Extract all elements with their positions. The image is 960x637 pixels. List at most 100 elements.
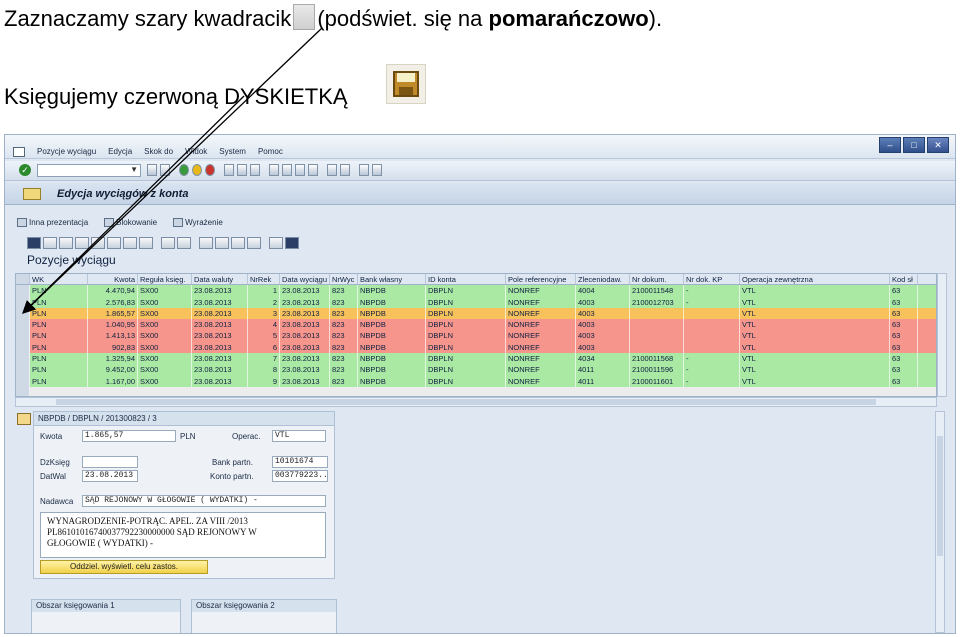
chevron-down-icon[interactable]: ▼ xyxy=(130,165,138,174)
table-row[interactable]: PLN 1.040,95 SX00 23.08.2013 4 23.08.2013 823 N… xyxy=(16,319,936,331)
export-icon[interactable] xyxy=(231,237,245,249)
cut-icon[interactable] xyxy=(43,237,57,249)
print-grid-icon[interactable] xyxy=(199,237,213,249)
scroll-thumb[interactable] xyxy=(56,399,876,405)
bank-partner-field[interactable]: 10101674 xyxy=(272,456,328,468)
table-vertical-scrollbar[interactable] xyxy=(937,273,947,397)
print-icon[interactable] xyxy=(224,164,234,176)
memo-textarea[interactable]: WYNAGRODZENIE-POTRĄC. APEL. ZA VIII /201… xyxy=(40,512,326,558)
detail-vertical-scrollbar[interactable] xyxy=(935,411,945,633)
graphic-icon[interactable] xyxy=(269,237,283,249)
paste-icon[interactable] xyxy=(75,237,89,249)
col-header[interactable]: Operacja zewnętrzna xyxy=(740,274,890,285)
dzksieg-field[interactable] xyxy=(82,456,138,468)
next-page-icon[interactable] xyxy=(295,164,305,176)
detail-scroll-thumb[interactable] xyxy=(937,436,943,556)
table-row[interactable]: PLN 1.413,13 SX00 23.08.2013 5 23.08.2013 823 N… xyxy=(16,330,936,342)
sum-icon[interactable] xyxy=(161,237,175,249)
col-header[interactable]: Kwota xyxy=(88,274,138,285)
prev-page-icon[interactable] xyxy=(282,164,292,176)
filter-icon[interactable] xyxy=(139,237,153,249)
maximize-icon[interactable]: □ xyxy=(903,137,925,153)
col-header[interactable]: Kod sł xyxy=(890,274,918,285)
views-icon[interactable] xyxy=(215,237,229,249)
row-selector[interactable] xyxy=(16,285,30,297)
back-icon[interactable] xyxy=(179,164,189,176)
menu-item-pozycje[interactable]: Pozycje wyciągu xyxy=(37,147,96,157)
row-selector[interactable] xyxy=(16,353,30,365)
menu-item-system[interactable]: System xyxy=(219,147,246,157)
expression-button[interactable]: Wyrażenie xyxy=(173,217,223,227)
last-page-icon[interactable] xyxy=(308,164,318,176)
datwal-field[interactable]: 23.08.2013 xyxy=(82,470,138,482)
save-icon[interactable] xyxy=(160,164,170,176)
col-header[interactable]: Zleceniodaw. xyxy=(576,274,630,285)
minimize-icon[interactable]: – xyxy=(879,137,901,153)
copy-icon[interactable] xyxy=(59,237,73,249)
show-purpose-button[interactable]: Oddziel. wyświetl. celu zastos. xyxy=(40,560,208,574)
menu-icon[interactable] xyxy=(13,147,25,157)
operac-field[interactable]: VTL xyxy=(272,430,326,442)
col-header[interactable]: WK xyxy=(30,274,88,285)
menu-item-pomoc[interactable]: Pomoc xyxy=(258,147,283,157)
menu-item-skok-do[interactable]: Skok do xyxy=(144,147,173,157)
sort-asc-icon[interactable] xyxy=(91,237,105,249)
posting-area-2: Obszar księgowania 2 xyxy=(191,599,337,633)
lock-button[interactable]: Blokowanie xyxy=(104,217,157,227)
table-horizontal-scrollbar[interactable] xyxy=(15,397,937,407)
first-page-icon[interactable] xyxy=(269,164,279,176)
exit-icon[interactable] xyxy=(192,164,202,176)
select-all-icon[interactable] xyxy=(16,274,30,285)
row-selector[interactable] xyxy=(16,307,30,320)
new-session-icon[interactable] xyxy=(327,164,337,176)
table-row[interactable]: PLN 902,83 SX00 23.08.2013 6 23.08.2013 823 NBP… xyxy=(16,341,936,354)
find-grid-icon[interactable] xyxy=(123,237,137,249)
find-next-icon[interactable] xyxy=(250,164,260,176)
info-icon[interactable] xyxy=(285,237,299,249)
layout-grid-icon[interactable] xyxy=(247,237,261,249)
row-selector[interactable] xyxy=(16,375,30,387)
sender-field[interactable]: SĄD REJONOWY W GŁOGOWIE ( WYDATKI) - xyxy=(82,495,326,507)
table-row[interactable]: PLN 1.325,94 SX00 23.08.2013 7 23.08.2013 823 N… xyxy=(16,353,936,365)
col-header[interactable]: Bank własny xyxy=(358,274,426,285)
row-selector[interactable] xyxy=(16,364,30,376)
detail-icon[interactable] xyxy=(17,413,31,425)
col-header[interactable]: NrRek xyxy=(248,274,280,285)
shortcut-icon[interactable] xyxy=(340,164,350,176)
table-row[interactable]: PLN 9.452,00 SX00 23.08.2013 8 23.08.2013 823 N… xyxy=(16,364,936,376)
row-selector[interactable] xyxy=(16,296,30,308)
col-header[interactable]: Nr dok. KP xyxy=(684,274,740,285)
table-row[interactable]: PLN 1.865,57 SX00 23.08.2013 3 23.08.2013 823 N… xyxy=(16,307,936,320)
row-selector[interactable] xyxy=(16,330,30,342)
menu-item-edycja[interactable]: Edycja xyxy=(108,147,132,157)
help-icon[interactable] xyxy=(359,164,369,176)
row-selector[interactable] xyxy=(16,341,30,354)
cancel-icon[interactable] xyxy=(205,164,215,176)
details-icon[interactable] xyxy=(27,237,41,249)
command-field[interactable]: ▼ xyxy=(37,164,141,177)
table-row[interactable]: PLN 2.576,83 SX00 23.08.2013 2 23.08.2013 823 N… xyxy=(16,296,936,308)
col-header[interactable]: Data wyciągu xyxy=(280,274,330,285)
layout-icon[interactable] xyxy=(372,164,382,176)
menu-item-widok[interactable]: Widok xyxy=(185,147,207,157)
row-selector[interactable] xyxy=(16,319,30,331)
table-cell: 23.08.2013 xyxy=(280,319,330,331)
col-header[interactable]: Data waluty xyxy=(192,274,248,285)
table-row[interactable]: PLN 4.470,94 SX00 23.08.2013 1 23.08.2013 823 N… xyxy=(16,285,936,297)
account-partner-field[interactable]: 003779223.. xyxy=(272,470,328,482)
col-header[interactable]: Reguła księg. xyxy=(138,274,192,285)
col-header[interactable]: NrWyc xyxy=(330,274,358,285)
col-header[interactable]: Nr dokum. xyxy=(630,274,684,285)
kwota-field[interactable]: 1.865,57 xyxy=(82,430,176,442)
table-row[interactable]: PLN 1.167,00 SX00 23.08.2013 9 23.08.2013 823 N… xyxy=(16,375,936,387)
sort-desc-icon[interactable] xyxy=(107,237,121,249)
col-header[interactable]: ID konta xyxy=(426,274,506,285)
subtotal-icon[interactable] xyxy=(177,237,191,249)
back-small-icon[interactable] xyxy=(147,164,157,176)
other-view-button[interactable]: Inna prezentacja xyxy=(17,217,88,227)
enter-check-icon[interactable]: ✓ xyxy=(19,164,31,176)
table-cell: 9 xyxy=(248,375,280,387)
close-icon[interactable]: ✕ xyxy=(927,137,949,153)
find-icon[interactable] xyxy=(237,164,247,176)
col-header[interactable]: Pole referencyjne xyxy=(506,274,576,285)
